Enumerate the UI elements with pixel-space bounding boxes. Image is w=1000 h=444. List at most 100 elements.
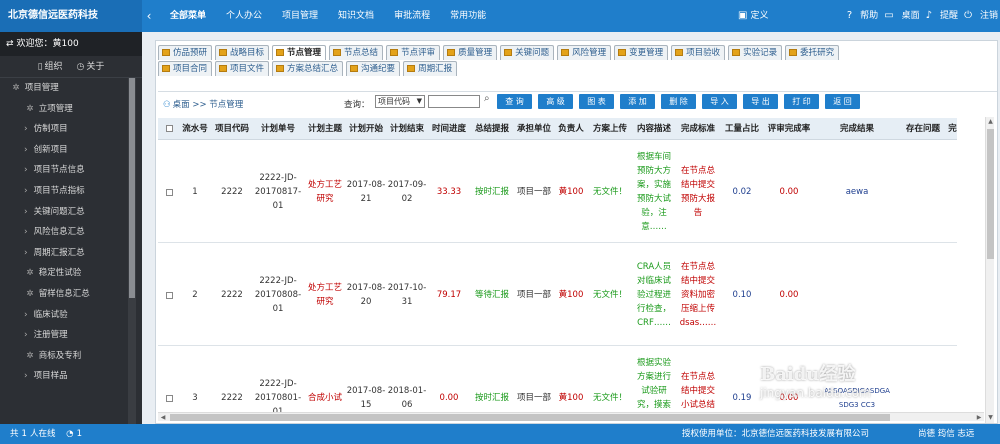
cell-upload[interactable]: 无文件！ xyxy=(589,244,631,346)
help-link[interactable]: ? 帮助 xyxy=(847,0,878,32)
topnav-project-management[interactable]: 项目管理 xyxy=(282,0,318,32)
query-field-select[interactable]: 项目代码 ▼ xyxy=(375,95,425,108)
tab-node-review[interactable]: 节点评审 xyxy=(386,45,441,60)
sidebar-item-clinical-trial[interactable]: › 临床试验 xyxy=(0,305,142,326)
tab-project-acceptance[interactable]: 项目验收 xyxy=(671,45,726,60)
col-seq[interactable]: 流水号 xyxy=(180,118,210,140)
sidebar-item-risk-info[interactable]: › 风险信息汇总 xyxy=(0,222,142,243)
message-icon[interactable]: ◔ xyxy=(66,429,73,439)
chart-button[interactable]: 图 表 xyxy=(579,94,614,109)
tab-communication-notes[interactable]: 沟通纪要 xyxy=(346,61,401,76)
tab-strategic-goal[interactable]: 战略目标 xyxy=(215,45,270,60)
cell-topic[interactable]: 处方工艺研究 xyxy=(304,244,346,346)
cell-topic[interactable]: 合成小试 xyxy=(304,347,346,413)
sidebar-item-sample-retention[interactable]: ✲ 留样信息汇总 xyxy=(0,284,142,305)
col-review-rate[interactable]: 评审完成率 xyxy=(762,118,816,140)
topnav-personal-office[interactable]: 个人办公 xyxy=(226,0,262,32)
remind-link[interactable]: ♪ 提醒 xyxy=(926,0,958,32)
query-button[interactable]: 查 询 xyxy=(497,94,532,109)
col-result[interactable]: 完成结果 xyxy=(818,118,896,140)
tab-project-files[interactable]: 项目文件 xyxy=(215,61,270,76)
import-button[interactable]: 导 入 xyxy=(702,94,737,109)
define-link[interactable]: ▣ 定义 xyxy=(738,0,768,32)
sidebar-item-stability-test[interactable]: ✲ 稳定性试验 xyxy=(0,263,142,284)
sidebar-item-generic-project[interactable]: › 仿制项目 xyxy=(0,119,142,140)
cell-summary[interactable]: 按时汇报 xyxy=(471,141,513,243)
tab-plan-summary[interactable]: 方案总结汇总 xyxy=(272,61,344,76)
add-button[interactable]: 添 加 xyxy=(620,94,655,109)
cell-upload[interactable]: 无文件！ xyxy=(589,141,631,243)
table-row[interactable]: 2 2222 2222-JD-20170808-01 处方工艺研究 2017-0… xyxy=(158,244,957,346)
col-ratio[interactable]: 工量占比 xyxy=(722,118,762,140)
sidebar-item-innovation-project[interactable]: › 创新项目 xyxy=(0,140,142,161)
sidebar-item-registration[interactable]: › 注册管理 xyxy=(0,325,142,346)
topnav-knowledge-docs[interactable]: 知识文档 xyxy=(338,0,374,32)
col-unit[interactable]: 承担单位 xyxy=(514,118,554,140)
online-count[interactable]: 1 xyxy=(22,429,27,439)
col-issue[interactable]: 存在问题 xyxy=(898,118,948,140)
advanced-button[interactable]: 高 级 xyxy=(538,94,573,109)
collapse-sidebar-icon[interactable]: ‹ xyxy=(142,0,156,32)
tab-node-summary[interactable]: 节点总结 xyxy=(329,45,384,60)
col-summary[interactable]: 总结提报 xyxy=(471,118,513,140)
export-button[interactable]: 导 出 xyxy=(743,94,778,109)
query-input[interactable] xyxy=(428,95,480,108)
cell-upload[interactable]: 无文件！ xyxy=(589,347,631,413)
topnav-all-menu[interactable]: 全部菜单 xyxy=(170,0,206,32)
scroll-up-icon[interactable]: ▲ xyxy=(986,117,995,127)
tab-project-contract[interactable]: 项目合同 xyxy=(158,61,213,76)
user-switch-icon[interactable]: ⇄ xyxy=(6,39,14,49)
topnav-common-functions[interactable]: 常用功能 xyxy=(450,0,486,32)
cell-topic[interactable]: 处方工艺研究 xyxy=(304,141,346,243)
col-more[interactable]: 完 xyxy=(948,118,957,140)
col-owner[interactable]: 负责人 xyxy=(554,118,588,140)
col-start[interactable]: 计划开始 xyxy=(346,118,386,140)
tab-preresearch[interactable]: 仿品预研 xyxy=(158,45,213,60)
cell-plan-no[interactable]: 2222-JD-20170801-01 xyxy=(254,347,302,413)
tab-quality-management[interactable]: 质量管理 xyxy=(443,45,498,60)
col-plan-no[interactable]: 计划单号 xyxy=(254,118,302,140)
cell-summary[interactable]: 按时汇报 xyxy=(471,347,513,413)
row-checkbox[interactable] xyxy=(165,394,173,402)
sidebar-item-project-management[interactable]: ✲ 项目管理 xyxy=(0,78,142,99)
tab-experiment-records[interactable]: 实验记录 xyxy=(728,45,783,60)
col-topic[interactable]: 计划主题 xyxy=(304,118,346,140)
sidebar-item-node-info[interactable]: › 项目节点信息 xyxy=(0,160,142,181)
logout-link[interactable]: ⏻ 注销 xyxy=(964,0,998,32)
checkbox[interactable] xyxy=(165,125,173,132)
cell-summary[interactable]: 等待汇报 xyxy=(471,244,513,346)
col-upload[interactable]: 方案上传 xyxy=(589,118,631,140)
desktop-link[interactable]: ▭ 桌面 xyxy=(884,0,919,32)
tab-risk-management[interactable]: 风险管理 xyxy=(557,45,612,60)
sidebar-item-key-issues[interactable]: › 关键问题汇总 xyxy=(0,202,142,223)
col-code[interactable]: 项目代码 xyxy=(212,118,252,140)
tab-periodic-report[interactable]: 周期汇报 xyxy=(403,61,458,76)
scroll-left-icon[interactable]: ◀ xyxy=(158,413,168,422)
tab-change-management[interactable]: 变更管理 xyxy=(614,45,669,60)
cell-plan-no[interactable]: 2222-JD-20170808-01 xyxy=(254,244,302,346)
message-count[interactable]: 1 xyxy=(77,429,82,439)
table-row[interactable]: 1 2222 2222-JD-20170817-01 处方工艺研究 2017-0… xyxy=(158,141,957,243)
sidebar-scroll-thumb[interactable] xyxy=(129,78,135,298)
sidebar-scrollbar[interactable] xyxy=(128,78,136,424)
sidebar-item-trademark-patent[interactable]: ✲ 商标及专利 xyxy=(0,346,142,367)
col-standard[interactable]: 完成标准 xyxy=(676,118,720,140)
sidebar-item-project-setup[interactable]: ✲ 立项管理 xyxy=(0,99,142,120)
delete-button[interactable]: 删 除 xyxy=(661,94,696,109)
row-checkbox[interactable] xyxy=(165,291,173,299)
sidebar-item-node-metrics[interactable]: › 项目节点指标 xyxy=(0,181,142,202)
sidebar-item-project-samples[interactable]: › 项目样品 xyxy=(0,366,142,387)
search-icon[interactable]: ⌕ xyxy=(484,93,490,104)
col-progress[interactable]: 时间进度 xyxy=(428,118,470,140)
col-end[interactable]: 计划结束 xyxy=(387,118,427,140)
col-desc[interactable]: 内容描述 xyxy=(632,118,676,140)
back-button[interactable]: 返 回 xyxy=(825,94,860,109)
about-link[interactable]: ◷ 关于 xyxy=(77,56,105,77)
tab-commissioned-research[interactable]: 委托研究 xyxy=(785,45,840,60)
cell-plan-no[interactable]: 2222-JD-20170817-01 xyxy=(254,141,302,243)
select-all-checkbox[interactable] xyxy=(158,118,180,140)
tab-node-management[interactable]: 节点管理 xyxy=(272,45,327,60)
sidebar-item-periodic-report[interactable]: › 周期汇报汇总 xyxy=(0,243,142,264)
org-link[interactable]: ▯ 组织 xyxy=(38,56,63,77)
topnav-approval-flow[interactable]: 审批流程 xyxy=(394,0,430,32)
